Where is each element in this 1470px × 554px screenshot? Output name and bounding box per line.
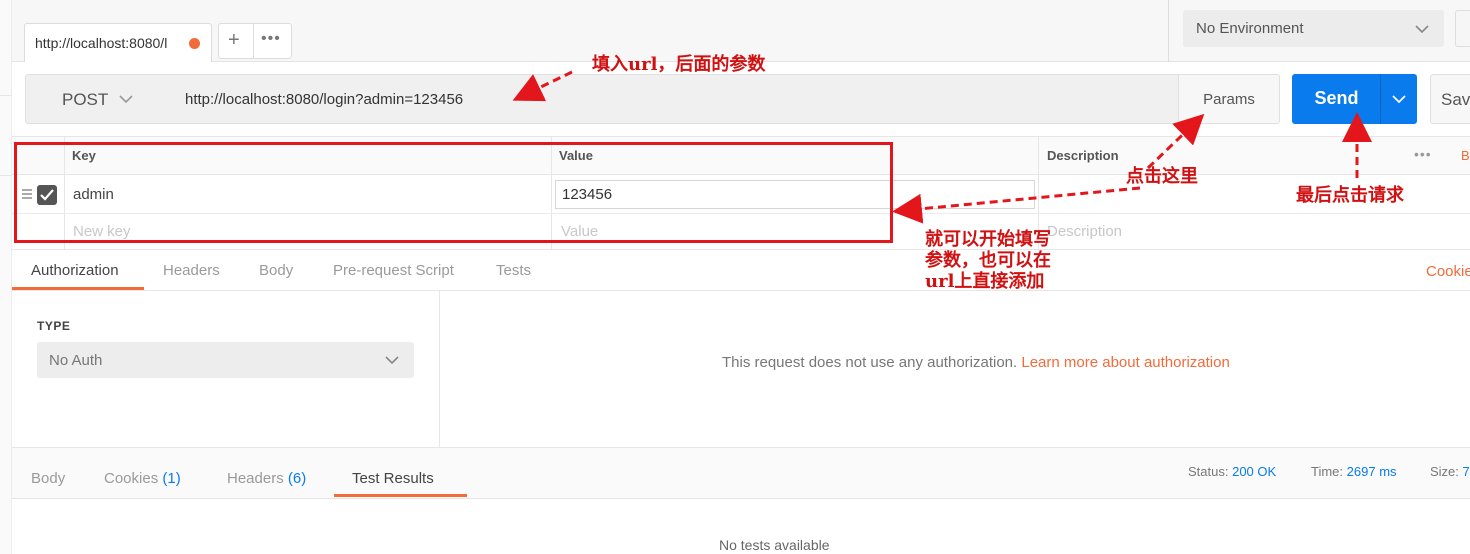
table-arrow [892,186,1141,224]
table-annotation-line: url上直接添加 [925,271,1045,292]
table-annotation: 就可以开始填写 参数，也可以在 url上直接添加 [925,229,1051,292]
annotation-arrows [512,70,1372,224]
params-arrow [1146,113,1205,170]
params-annotation: 点击这里 [1126,166,1198,187]
url-annotation: 填入url，后面的参数 [592,54,766,75]
table-annotation-line: 参数，也可以在 [925,250,1051,271]
send-annotation: 最后点击请求 [1296,185,1404,206]
url-arrow [512,70,573,102]
table-annotation-line: 就可以开始填写 [925,229,1051,250]
